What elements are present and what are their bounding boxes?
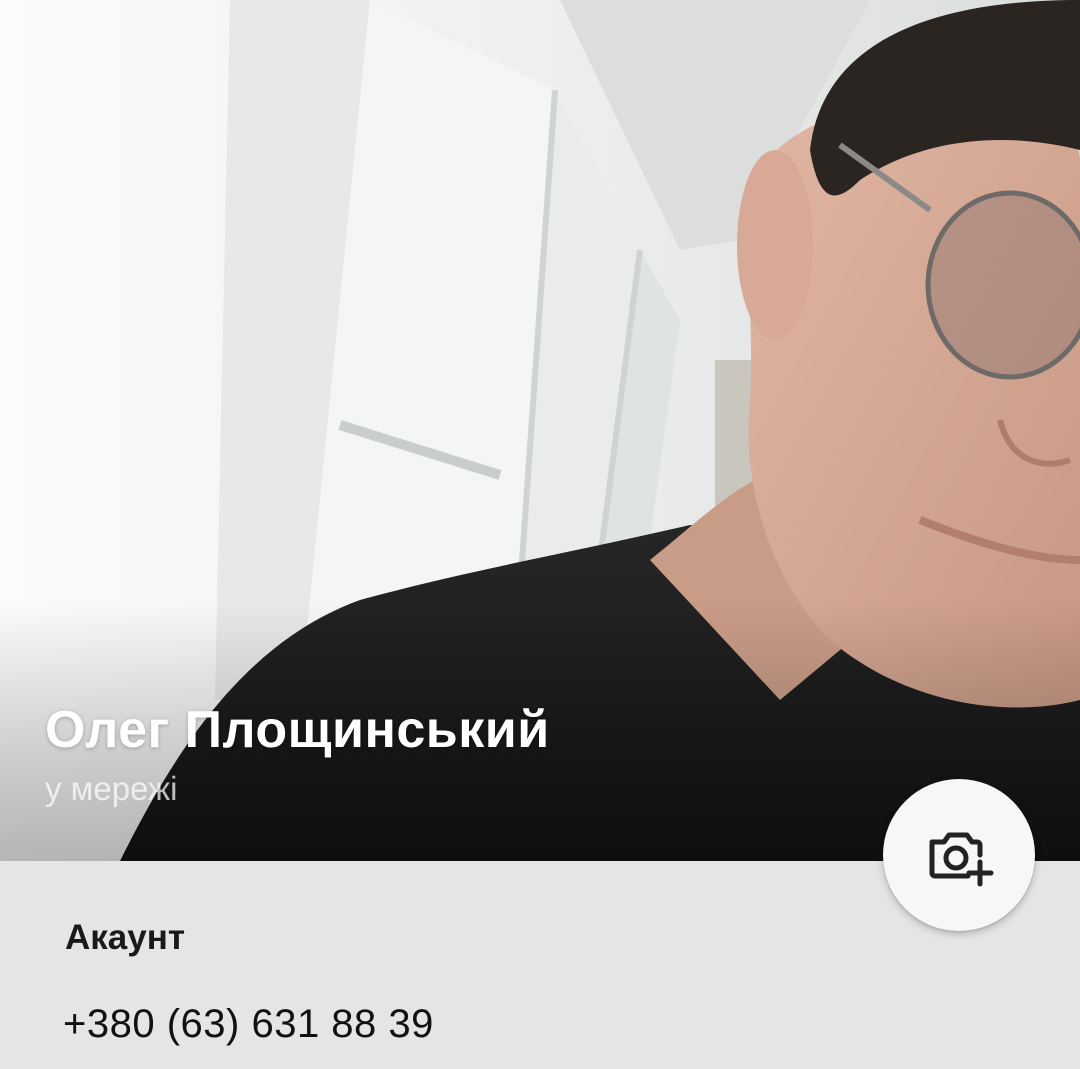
- phone-number[interactable]: +380 (63) 631 88 39: [63, 1002, 434, 1047]
- set-photo-button[interactable]: [883, 779, 1035, 931]
- profile-screen: Олег Площинський у мережі Акаунт +380 (6…: [0, 0, 1080, 1069]
- online-status: у мережі: [45, 770, 178, 807]
- camera-add-icon: [929, 832, 994, 887]
- account-section-title: Акаунт: [65, 918, 186, 957]
- profile-cover-photo[interactable]: Олег Площинський у мережі: [0, 0, 1080, 861]
- profile-name: Олег Площинський: [45, 701, 550, 759]
